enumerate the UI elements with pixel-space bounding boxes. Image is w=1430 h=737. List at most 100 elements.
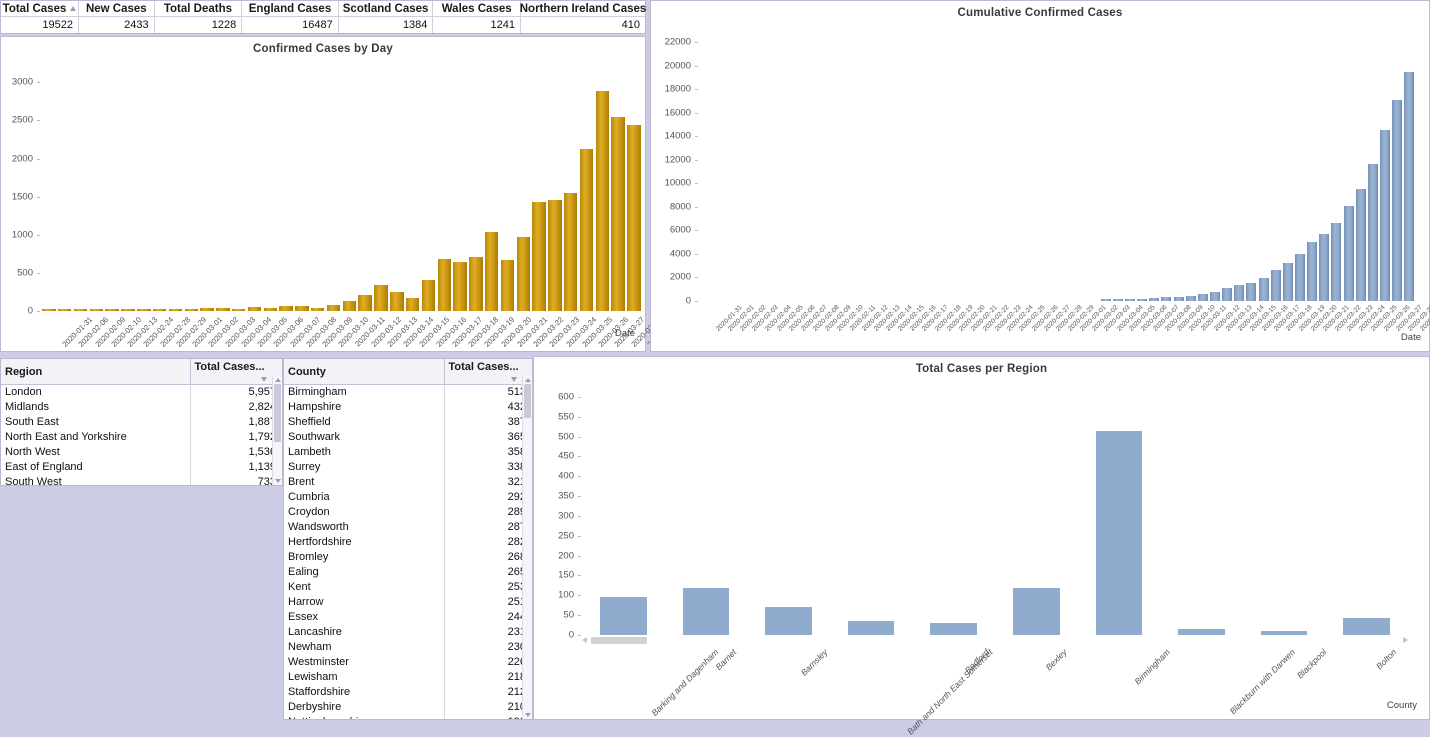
table-row[interactable]: Croydon 289 (284, 504, 532, 520)
bar[interactable] (1178, 629, 1225, 635)
table-row[interactable]: Essex 244 (284, 609, 532, 625)
table-row[interactable]: Southwark 365 (284, 429, 532, 445)
scroll-up-arrow-icon[interactable] (524, 378, 531, 382)
scrollbar-thumb[interactable] (274, 384, 281, 442)
bar[interactable] (1149, 297, 1160, 301)
table-row[interactable]: Derbyshire 210 (284, 699, 532, 715)
bar[interactable] (311, 307, 325, 311)
bar[interactable] (1100, 299, 1111, 301)
bar[interactable] (579, 148, 594, 311)
bar[interactable] (1294, 254, 1305, 301)
kpi-column-northern-ireland-cases[interactable]: Northern Ireland Cases 410 (520, 1, 647, 33)
bar[interactable] (1260, 630, 1308, 635)
bar[interactable] (453, 261, 467, 311)
table-row[interactable]: Kent 253 (284, 579, 532, 595)
table-row[interactable]: Lancashire 231 (284, 624, 532, 640)
horizontal-scrollbar[interactable] (582, 637, 1408, 644)
bar[interactable] (548, 200, 562, 311)
bar[interactable] (358, 295, 372, 311)
bar[interactable] (500, 260, 515, 311)
table-row[interactable]: East of England 1,139 (1, 459, 282, 475)
kpi-column-england-cases[interactable]: England Cases 16487 (242, 1, 339, 33)
table-row[interactable]: North West 1,536 (1, 444, 282, 460)
bar[interactable] (930, 622, 977, 635)
county-table-scroll-container[interactable]: County Total Cases... Birmingham 513 Hampshi… (284, 359, 532, 719)
scroll-down-arrow-icon[interactable] (274, 479, 281, 483)
bar[interactable] (1367, 163, 1378, 301)
bar[interactable] (184, 309, 198, 311)
bar[interactable] (152, 309, 167, 311)
table-row[interactable]: Nottinghamshire193 (284, 714, 532, 719)
bar[interactable] (1343, 618, 1390, 635)
bar[interactable] (73, 309, 88, 311)
column-header-total-cases[interactable]: Total Cases... (444, 359, 532, 385)
table-row[interactable]: Hampshire 432 (284, 399, 532, 415)
bar[interactable] (121, 309, 135, 311)
kpi-header-label[interactable]: Wales Cases (433, 1, 520, 17)
scroll-down-arrow-icon[interactable] (524, 713, 531, 717)
bar[interactable] (1095, 431, 1143, 635)
vertical-scrollbar[interactable] (522, 376, 532, 719)
bar[interactable] (1355, 189, 1366, 301)
bar[interactable] (1161, 297, 1172, 301)
bar[interactable] (469, 256, 483, 311)
bar[interactable] (532, 202, 546, 311)
column-header-county[interactable]: County (284, 359, 445, 385)
sort-desc-icon[interactable] (261, 377, 267, 382)
bar[interactable] (1012, 588, 1060, 635)
table-row[interactable]: Westminster 226 (284, 654, 532, 670)
bar[interactable] (1185, 295, 1196, 301)
kpi-header-label[interactable]: New Cases (79, 1, 154, 17)
table-row[interactable]: Midlands 2,824 (1, 399, 282, 415)
table-row[interactable]: Cumbria 292 (284, 489, 532, 505)
table-row[interactable]: Ealing 265 (284, 564, 532, 580)
bar[interactable] (1173, 296, 1184, 301)
bar[interactable] (105, 309, 119, 311)
bar[interactable] (516, 237, 530, 311)
bar[interactable] (231, 308, 246, 311)
bar[interactable] (1210, 291, 1220, 301)
bar[interactable] (1343, 206, 1354, 301)
bar[interactable] (1379, 130, 1390, 301)
table-row[interactable]: London 5,957 (1, 384, 282, 400)
table-row[interactable]: South West 733 (1, 474, 282, 485)
table-row[interactable]: Staffordshire 212 (284, 684, 532, 700)
bar[interactable] (326, 304, 341, 311)
bar[interactable] (1392, 100, 1403, 301)
bar[interactable] (564, 193, 578, 311)
bar[interactable] (279, 305, 293, 311)
bar[interactable] (595, 91, 610, 311)
kpi-column-total-deaths[interactable]: Total Deaths 1228 (154, 1, 243, 33)
table-row[interactable]: Brent 321 (284, 474, 532, 490)
bar[interactable] (600, 596, 647, 635)
table-row[interactable]: Hertfordshire 282 (284, 534, 532, 550)
table-row[interactable]: Harrow 251 (284, 594, 532, 610)
confirmed-cases-by-day-chart[interactable]: Confirmed Cases by Day 0 500 1000 1500 2000 2… (0, 36, 679, 352)
kpi-header-label[interactable]: Scotland Cases (338, 1, 433, 17)
kpi-column-wales-cases[interactable]: Wales Cases 1241 (433, 1, 521, 33)
bar[interactable] (1112, 299, 1123, 301)
table-row[interactable]: Surrey 338 (284, 459, 532, 475)
scrollbar-thumb[interactable] (591, 637, 647, 644)
total-cases-per-region-chart[interactable]: Total Cases per Region 0 50 100 150 200 250 30… (533, 356, 1430, 736)
scroll-up-arrow-icon[interactable] (274, 378, 281, 382)
bar[interactable] (1125, 299, 1135, 301)
bar[interactable] (1404, 71, 1415, 301)
kpi-header-label[interactable]: Total Deaths (154, 1, 242, 17)
bar[interactable] (137, 309, 151, 311)
table-row[interactable]: Bromley 268 (284, 549, 532, 565)
bar[interactable] (374, 284, 388, 311)
kpi-column-new-cases[interactable]: New Cases 2433 (79, 1, 155, 33)
sort-asc-icon[interactable] (70, 6, 77, 11)
sort-desc-icon[interactable] (511, 377, 517, 382)
bar[interactable] (89, 309, 104, 311)
scroll-left-arrow-icon[interactable] (582, 637, 587, 643)
bar[interactable] (1307, 242, 1318, 301)
bar[interactable] (1270, 270, 1281, 301)
bar[interactable] (1331, 222, 1342, 301)
bar[interactable] (168, 309, 183, 311)
bar[interactable] (390, 291, 404, 311)
bar[interactable] (611, 116, 625, 311)
bar[interactable] (765, 607, 812, 635)
table-row[interactable]: North East and Yorkshire 1,792 (1, 429, 282, 445)
